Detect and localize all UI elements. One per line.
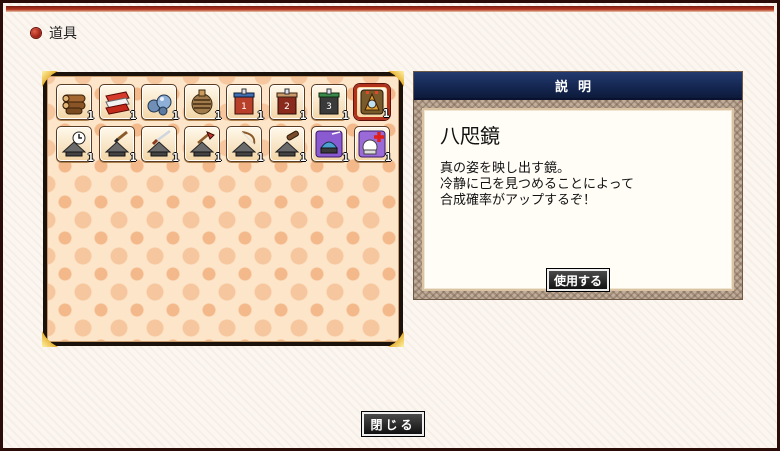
description-body: 八咫鏡 真の姿を映し出す鏡。 冷静に己を見つめることによって 合成確率がアップす… bbox=[422, 108, 734, 291]
inventory-slot[interactable]: 1 bbox=[268, 126, 307, 164]
inventory-slot[interactable]: 21 bbox=[268, 84, 307, 122]
item-quantity: 1 bbox=[299, 109, 307, 122]
inventory-slot[interactable]: 1 bbox=[98, 126, 137, 164]
bullet-icon bbox=[31, 28, 41, 38]
window-frame: 道具 1111112131111111111 説明 八咫鏡 真の姿を映し出す鏡。… bbox=[0, 0, 780, 451]
description-header: 説明 bbox=[414, 72, 742, 100]
inventory-slot[interactable]: 1 bbox=[56, 126, 94, 164]
item-quantity: 1 bbox=[87, 109, 94, 122]
item-quantity: 1 bbox=[172, 109, 179, 122]
item-quantity: 1 bbox=[214, 151, 222, 164]
item-quantity: 1 bbox=[299, 151, 307, 164]
item-quantity: 1 bbox=[257, 109, 264, 122]
item-name: 八咫鏡 bbox=[440, 124, 500, 148]
corner-ornament-icon bbox=[388, 331, 404, 347]
svg-text:2: 2 bbox=[284, 102, 290, 112]
item-quantity: 1 bbox=[384, 151, 392, 164]
inventory-panel: 1111112131111111111 bbox=[42, 71, 404, 347]
use-item-button[interactable]: 使用する bbox=[546, 268, 610, 292]
svg-text:3: 3 bbox=[326, 102, 332, 112]
item-quantity: 1 bbox=[342, 151, 349, 164]
description-panel: 説明 八咫鏡 真の姿を映し出す鏡。 冷静に己を見つめることによって 合成確率がア… bbox=[413, 71, 743, 300]
inventory-slot[interactable]: 1 bbox=[226, 126, 264, 164]
inventory-slot[interactable]: 1 bbox=[141, 84, 179, 122]
svg-text:1: 1 bbox=[241, 102, 247, 112]
inventory-slot[interactable]: 31 bbox=[311, 84, 349, 122]
item-quantity: 1 bbox=[257, 151, 264, 164]
item-quantity: 1 bbox=[382, 107, 390, 120]
corner-ornament-icon bbox=[388, 71, 404, 87]
inventory-slot[interactable]: 1 bbox=[56, 84, 94, 122]
inventory-slot[interactable]: 1 bbox=[98, 84, 137, 122]
inventory-slot[interactable]: 11 bbox=[226, 84, 264, 122]
item-quantity: 1 bbox=[87, 151, 94, 164]
inventory-slot[interactable]: 1 bbox=[353, 126, 392, 164]
window-title: 道具 bbox=[49, 26, 77, 42]
window-header: 道具 bbox=[31, 23, 77, 43]
item-description: 真の姿を映し出す鏡。 冷静に己を見つめることによって 合成確率がアップするぞ！ bbox=[440, 161, 634, 209]
corner-ornament-icon bbox=[42, 331, 58, 347]
item-quantity: 1 bbox=[129, 109, 137, 122]
item-quantity: 1 bbox=[172, 151, 179, 164]
window-top-border bbox=[6, 6, 774, 12]
item-quantity: 1 bbox=[129, 151, 137, 164]
description-line: 真の姿を映し出す鏡。 bbox=[440, 161, 571, 176]
description-line: 冷静に己を見つめることによって bbox=[440, 177, 634, 192]
item-quantity: 1 bbox=[214, 109, 222, 122]
item-quantity: 1 bbox=[342, 109, 349, 122]
description-line: 合成確率がアップするぞ！ bbox=[440, 193, 597, 208]
inventory-slot[interactable]: 1 bbox=[183, 84, 222, 122]
inventory-slot[interactable]: 1 bbox=[141, 126, 179, 164]
inventory-slot[interactable]: 1 bbox=[311, 126, 349, 164]
close-button[interactable]: 閉じる bbox=[361, 411, 425, 437]
inventory-slot-selected[interactable]: 1 bbox=[353, 84, 390, 120]
inventory-grid: 1111112131111111111 bbox=[56, 84, 392, 164]
inventory-slot[interactable]: 1 bbox=[183, 126, 222, 164]
